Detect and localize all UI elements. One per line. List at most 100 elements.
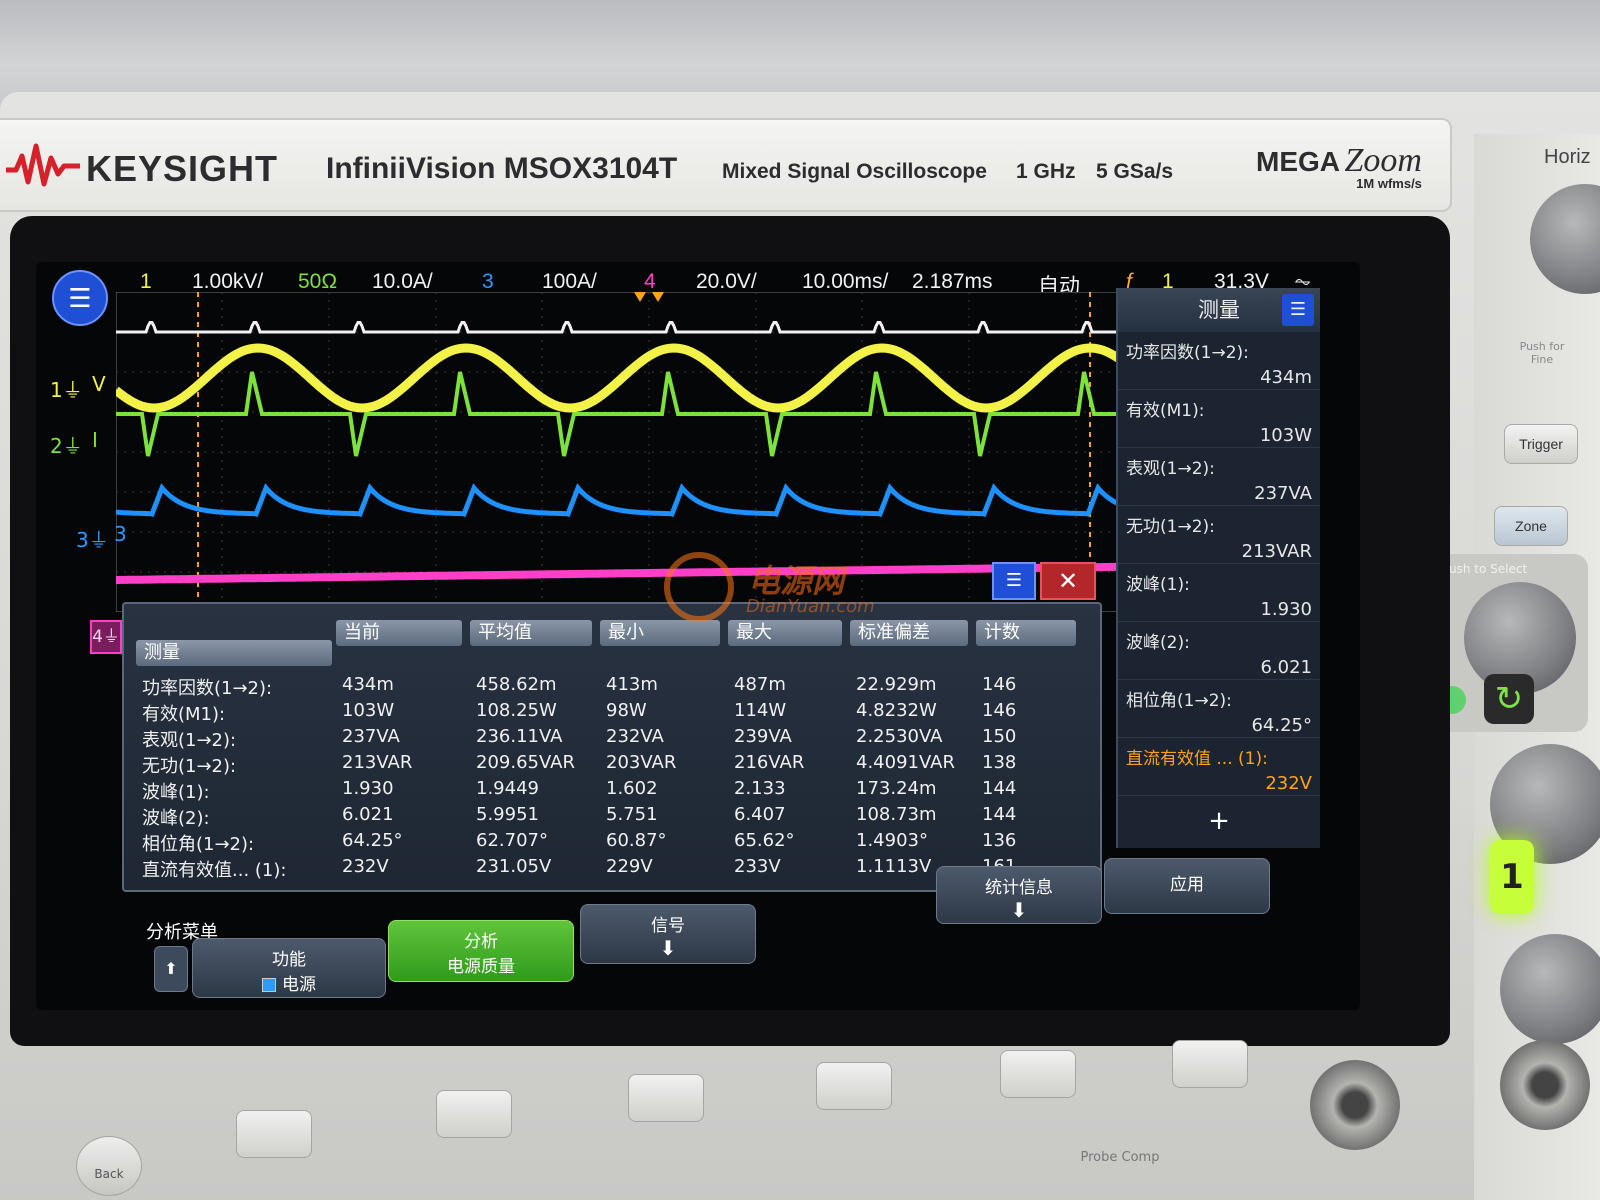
measurement-item[interactable]: 波峰(2): 6.021	[1118, 622, 1320, 680]
measurements-list: 功率因数(1→2): 434m 有效(M1): 103W 表观(1→2): 237VA 无功…	[1118, 332, 1320, 796]
measurement-item[interactable]: 波峰(1): 1.930	[1118, 564, 1320, 622]
megazoom-mega: MEGA	[1256, 146, 1340, 177]
push-select-label: Push to Select	[1442, 562, 1528, 576]
statistics-cell: 6.407	[734, 804, 786, 825]
measurement-item-label: 有效(M1):	[1126, 401, 1205, 421]
hw-softkey-2[interactable]	[436, 1090, 512, 1138]
zone-button[interactable]: Zone	[1494, 506, 1568, 546]
measurements-panel-header: 测量 ☰	[1118, 288, 1320, 332]
measurements-panel-title: 测量	[1198, 298, 1240, 322]
statistics-cell: 103W	[342, 700, 395, 721]
statistics-cell: 60.87°	[606, 830, 667, 851]
statistics-cell: 231.05V	[476, 856, 552, 877]
channel1-button[interactable]: 1	[1490, 840, 1534, 914]
ch4-ground-marker[interactable]: 4⏚	[90, 620, 122, 654]
measurement-item[interactable]: 直流有效值 ... (1): 232V	[1118, 738, 1320, 796]
statistics-cell: 22.929m	[856, 674, 937, 695]
add-measurement-button[interactable]: +	[1118, 806, 1320, 836]
hw-softkey-6[interactable]	[1172, 1040, 1248, 1088]
hw-softkey-5[interactable]	[1000, 1050, 1076, 1098]
function-softkey-value-text: 电源	[282, 975, 316, 995]
statistics-cell: 1.4903°	[856, 830, 928, 851]
measurement-item-value: 103W	[1259, 425, 1312, 446]
back-button[interactable]: Back	[76, 1136, 142, 1196]
statistics-cell: 237VA	[342, 726, 400, 747]
measurement-item-value: 64.25°	[1251, 715, 1312, 736]
statistics-cell: 209.65VAR	[476, 752, 575, 773]
delay-value[interactable]: 2.187ms	[912, 270, 993, 294]
up-arrow-button[interactable]: ⬆	[154, 946, 188, 992]
measurement-item[interactable]: 表观(1→2): 237VA	[1118, 448, 1320, 506]
bnc-connector-2[interactable]	[1500, 1040, 1590, 1130]
signal-softkey[interactable]: 信号 ⬇	[580, 904, 756, 964]
power-checkbox-icon	[262, 978, 276, 992]
statistics-down-arrow-icon: ⬇	[1010, 898, 1028, 922]
trigger-button[interactable]: Trigger	[1504, 424, 1578, 464]
hw-softkey-4[interactable]	[816, 1062, 892, 1110]
statistics-menu-button[interactable]: ☰	[992, 562, 1036, 600]
statistics-cell: 2.2530VA	[856, 726, 943, 747]
measurement-item-label: 直流有效值 ... (1):	[1126, 749, 1268, 769]
push-fine-label: Push for Fine	[1519, 340, 1565, 366]
horizontal-label: Horiz	[1544, 146, 1591, 168]
scope-display: ☰ 1 1.00kV/ 50Ω 10.0A/ 3 100A/ 4 20.0V/ …	[36, 262, 1360, 1010]
measurement-item-label: 波峰(1):	[1126, 575, 1190, 595]
ch1-ground-marker[interactable]: 1⏚	[50, 374, 83, 403]
analysis-softkey[interactable]: 分析 电源质量	[388, 920, 574, 982]
ch4-scale[interactable]: 20.0V/	[696, 270, 757, 294]
offset-knob[interactable]	[1500, 934, 1600, 1044]
measurement-item-value: 213VAR	[1241, 541, 1312, 562]
statistics-cell: 1.1113V	[856, 856, 932, 877]
statistics-column-header: 测量	[136, 640, 332, 666]
statistics-cell: 146	[982, 674, 1017, 695]
hw-softkey-3[interactable]	[628, 1074, 704, 1122]
signal-down-arrow-icon: ⬇	[659, 936, 677, 960]
panel-menu-icon[interactable]: ☰	[1282, 294, 1314, 326]
ch4-indicator[interactable]: 4	[644, 270, 656, 294]
measurement-item-label: 功率因数(1→2):	[1126, 343, 1249, 363]
ch2-trace-label: I	[92, 428, 98, 452]
measurements-panel: 测量 ☰ 功率因数(1→2): 434m 有效(M1): 103W 表观(1→2): 23…	[1116, 288, 1320, 848]
brand-strip: KEYSIGHT InfiniiVision MSOX3104T Mixed S…	[0, 118, 1452, 212]
megazoom-logo: MEGA Zoom 1M wfms/s	[1256, 142, 1422, 191]
statistics-cell: 114W	[734, 700, 787, 721]
ch2-ground-marker[interactable]: 2⏚	[50, 430, 83, 459]
measurement-item[interactable]: 相位角(1→2): 64.25°	[1118, 680, 1320, 738]
statistics-close-button[interactable]: ✕	[1040, 562, 1096, 600]
timebase-value[interactable]: 10.00ms/	[802, 270, 888, 294]
statistics-cell: 64.25°	[342, 830, 403, 851]
entry-undo-icon[interactable]: ↻	[1484, 674, 1534, 724]
statistics-cell: 6.021	[342, 804, 394, 825]
statistics-row-label: 波峰(2):	[142, 808, 210, 829]
function-softkey[interactable]: 功能 电源	[192, 938, 386, 998]
hw-softkey-1[interactable]	[236, 1110, 312, 1158]
statistics-cell: 5.9951	[476, 804, 539, 825]
apply-softkey[interactable]: 应用	[1104, 858, 1270, 914]
measurement-item-value: 237VA	[1254, 483, 1312, 504]
main-menu-button[interactable]: ☰	[52, 270, 108, 326]
measurement-item[interactable]: 无功(1→2): 213VAR	[1118, 506, 1320, 564]
measurement-item[interactable]: 有效(M1): 103W	[1118, 390, 1320, 448]
apply-softkey-label: 应用	[1170, 875, 1204, 895]
statistics-softkey[interactable]: 统计信息 ⬇	[936, 866, 1102, 924]
horizontal-scale-knob[interactable]	[1530, 184, 1600, 294]
ch3-indicator[interactable]: 3	[482, 270, 494, 294]
bnc-connector-1[interactable]	[1310, 1060, 1400, 1150]
statistics-table: 测量 当前 平均值 最小 最大 标准偏差 计数 功率因数(1→2): 434m 458.62m 4…	[122, 602, 1102, 892]
statistics-cell: 65.62°	[734, 830, 795, 851]
ch2-impedance[interactable]: 50Ω	[298, 270, 337, 294]
measurement-item[interactable]: 功率因数(1→2): 434m	[1118, 332, 1320, 390]
statistics-row-label: 直流有效值... (1):	[142, 860, 287, 881]
statistics-cell: 434m	[342, 674, 394, 695]
statistics-cell: 150	[982, 726, 1017, 747]
ch1-scale[interactable]: 1.00kV/	[192, 270, 263, 294]
ch3-ground-marker[interactable]: 3⏚	[76, 524, 109, 553]
statistics-row-label: 相位角(1→2):	[142, 834, 255, 855]
ch3-scale[interactable]: 100A/	[542, 270, 597, 294]
ch1-indicator[interactable]: 1	[140, 270, 152, 294]
statistics-cell: 213VAR	[342, 752, 413, 773]
statistics-row-label: 有效(M1):	[142, 704, 226, 725]
measurement-item-label: 表观(1→2):	[1126, 459, 1215, 479]
ch2-scale[interactable]: 10.0A/	[372, 270, 433, 294]
statistics-cell: 98W	[606, 700, 647, 721]
